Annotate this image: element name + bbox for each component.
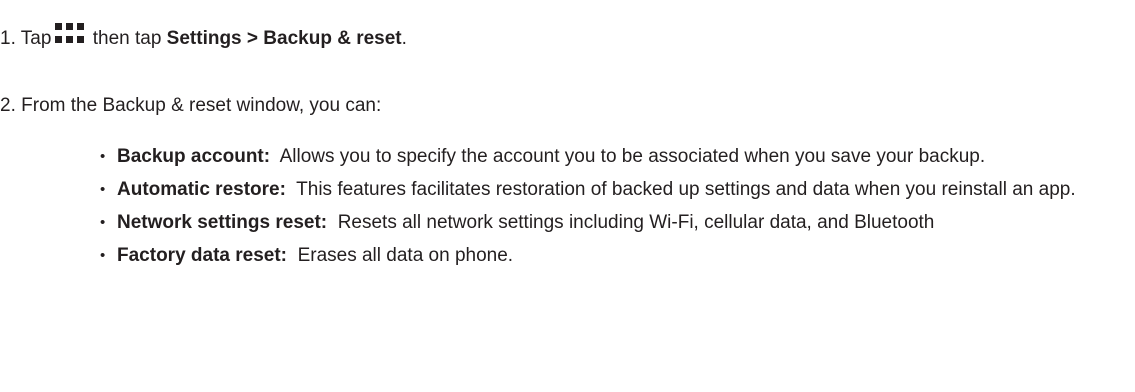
factory-data-reset-term: Factory data reset: <box>117 245 288 266</box>
list-item-factory-data-reset: • Factory data reset: Erases all data on… <box>100 244 1130 268</box>
step-2-text: From the Backup & reset window, you can: <box>21 95 382 116</box>
bullet-icon: • <box>100 247 106 264</box>
bullet-icon: • <box>100 148 106 165</box>
step-1-number: 1. <box>0 28 16 49</box>
settings-path-separator: > <box>246 28 259 49</box>
bullet-icon: • <box>100 214 106 231</box>
step-2: 2. From the Backup & reset window, you c… <box>0 94 381 118</box>
settings-path-backup-reset: Backup & reset <box>263 28 402 49</box>
list-item-network-settings-reset: • Network settings reset: Resets all net… <box>100 211 1130 235</box>
list-item-automatic-restore: • Automatic restore: This features facil… <box>100 178 1130 202</box>
bullet-icon: • <box>100 181 106 198</box>
automatic-restore-term: Automatic restore: <box>117 179 286 200</box>
network-settings-reset-term: Network settings reset: <box>117 212 328 233</box>
step-1-tap-text: Tap <box>20 28 52 49</box>
settings-path-settings: Settings <box>166 28 242 49</box>
step-2-number: 2. <box>0 95 16 116</box>
apps-grid-icon <box>55 23 85 45</box>
list-item-backup-account: • Backup account: Allows you to specify … <box>100 145 1130 169</box>
automatic-restore-desc: This features facilitates restoration of… <box>296 179 1076 200</box>
backup-account-term: Backup account: <box>117 146 271 167</box>
factory-data-reset-desc: Erases all data on phone. <box>297 245 514 266</box>
step-1: 1. Tap then tap Settings > Backup & rese… <box>0 23 407 51</box>
step-1-then-tap-text: then tap <box>92 28 162 49</box>
backup-account-desc: Allows you to specify the account you to… <box>279 146 986 167</box>
options-list: • Backup account: Allows you to specify … <box>100 145 1130 277</box>
network-settings-reset-desc: Resets all network settings including Wi… <box>337 212 935 233</box>
step-1-period: . <box>401 28 407 49</box>
